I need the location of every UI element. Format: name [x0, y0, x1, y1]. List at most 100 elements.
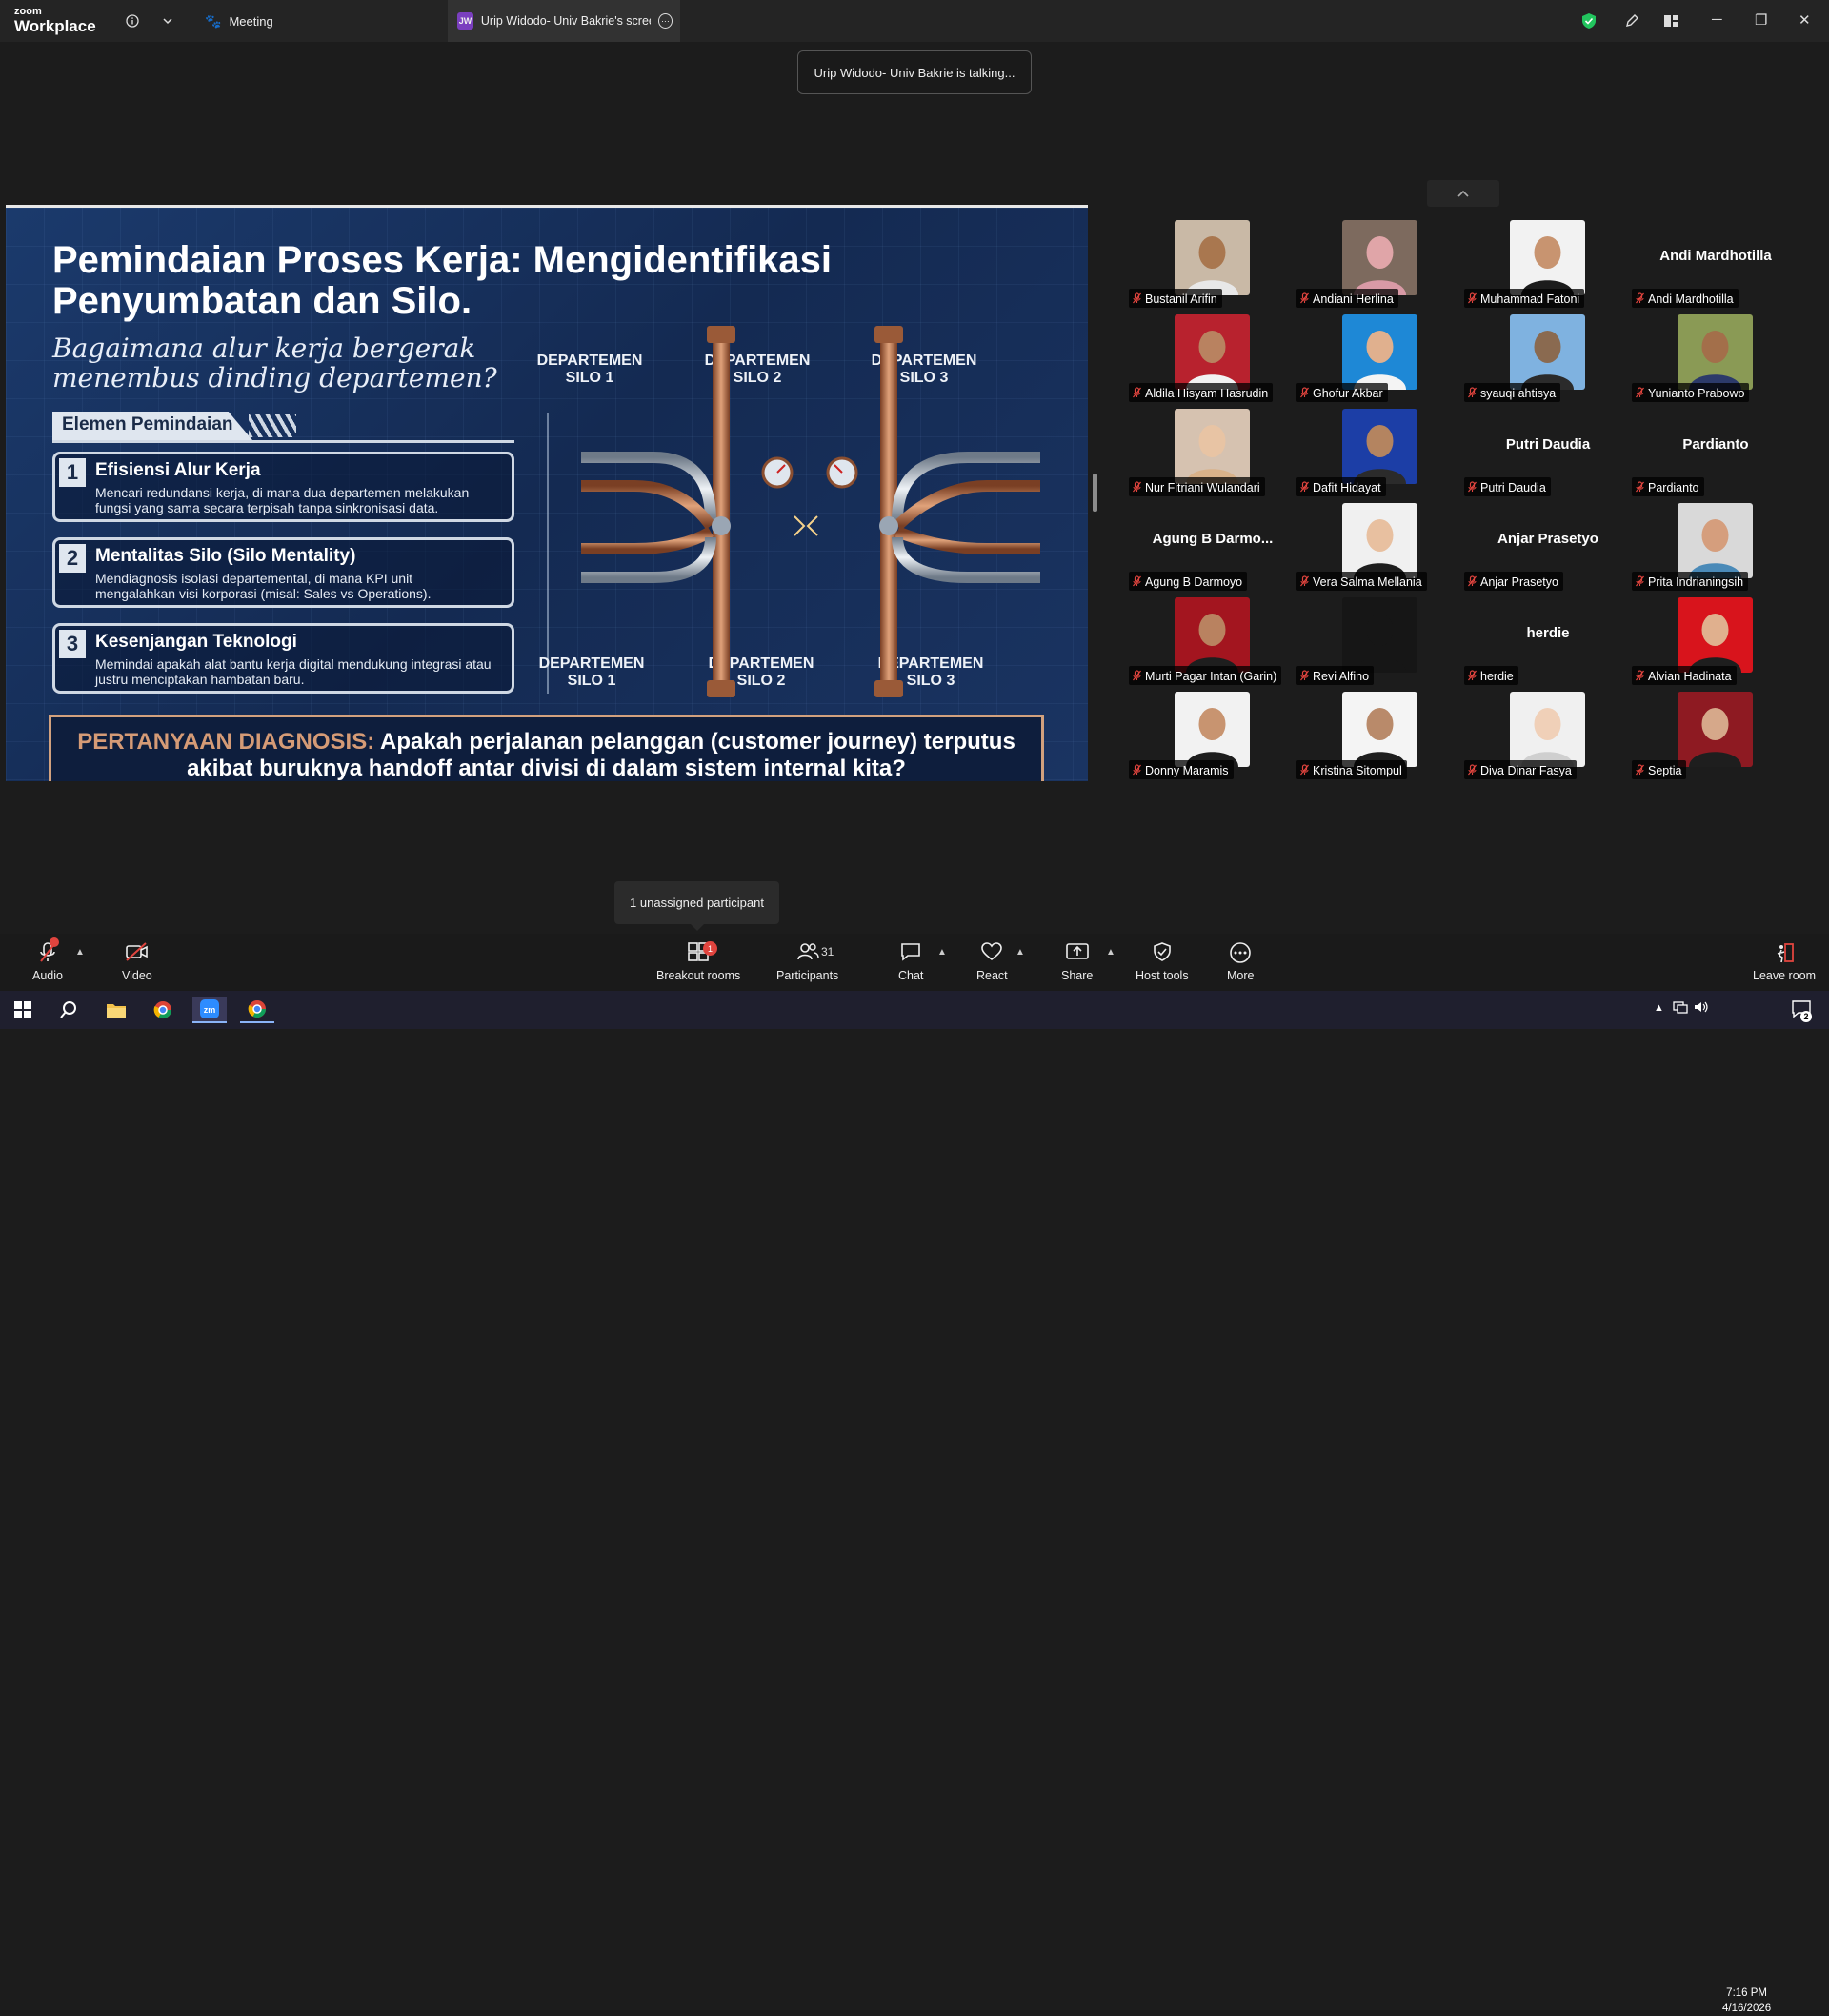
- participant-name: Dafit Hidayat: [1313, 481, 1381, 494]
- participant-display-name: Putri Daudia: [1505, 436, 1591, 453]
- more-options-icon[interactable]: ···: [657, 13, 673, 29]
- chevron-down-icon[interactable]: [156, 10, 179, 32]
- participant-tile[interactable]: Ghofur Akbar: [1296, 314, 1464, 402]
- participant-tile[interactable]: Alvian Hadinata: [1632, 597, 1799, 685]
- panel-resize-handle[interactable]: [1093, 474, 1097, 512]
- video-label: Video: [122, 969, 152, 982]
- participant-tile[interactable]: Muhammad Fatoni: [1464, 220, 1632, 308]
- tab-screen-share[interactable]: JW Urip Widodo- Univ Bakrie's screen ···: [448, 0, 680, 42]
- participant-tile[interactable]: Murti Pagar Intan (Garin): [1129, 597, 1296, 685]
- participants-icon: [796, 941, 819, 966]
- participant-tile[interactable]: Andi Mardhotilla Andi Mardhotilla: [1632, 220, 1799, 308]
- participant-tile[interactable]: Anjar Prasetyo Anjar Prasetyo: [1464, 503, 1632, 591]
- participant-tile[interactable]: Pardianto Pardianto: [1632, 409, 1799, 496]
- participant-name: Alvian Hadinata: [1648, 670, 1732, 683]
- participant-name: Prita Indrianingsih: [1648, 575, 1744, 589]
- participant-tile[interactable]: Diva Dinar Fasya: [1464, 692, 1632, 779]
- host-tools-button[interactable]: Host tools: [1136, 941, 1189, 982]
- minimize-icon[interactable]: ─: [1712, 11, 1722, 28]
- leave-door-icon: [1773, 941, 1796, 966]
- system-clock[interactable]: 7:16 PM 4/16/2026: [1722, 1986, 1771, 2016]
- participant-tile[interactable]: Andiani Herlina: [1296, 220, 1464, 308]
- gallery-scroll-up-button[interactable]: [1427, 180, 1499, 207]
- mic-muted-icon: [1468, 669, 1477, 684]
- leave-room-button[interactable]: Leave room: [1753, 941, 1816, 982]
- paw-icon: 🐾: [205, 12, 222, 29]
- shield-icon[interactable]: [1578, 10, 1600, 32]
- share-label: Share: [1061, 969, 1094, 982]
- mic-muted-icon: [1133, 669, 1141, 684]
- network-icon[interactable]: [1673, 1000, 1688, 1018]
- chat-button[interactable]: Chat: [898, 941, 923, 982]
- participant-name-label: Muhammad Fatoni: [1464, 289, 1585, 308]
- more-button[interactable]: More: [1227, 941, 1254, 982]
- audio-options-caret[interactable]: ▲: [75, 947, 85, 958]
- tray-expand-icon[interactable]: ▲: [1654, 1002, 1664, 1014]
- participant-name-label: Yunianto Prabowo: [1632, 383, 1750, 402]
- participant-photo: [1175, 314, 1250, 390]
- annotate-pencil-icon[interactable]: [1620, 10, 1643, 32]
- search-icon[interactable]: [51, 997, 86, 1023]
- mic-muted-icon: [1636, 575, 1644, 590]
- participant-tile[interactable]: Agung B Darmo... Agung B Darmoyo: [1129, 503, 1296, 591]
- volume-icon[interactable]: [1694, 1000, 1709, 1018]
- breakout-badge: 1: [703, 941, 717, 956]
- participant-tile[interactable]: Prita Indrianingsih: [1632, 503, 1799, 591]
- audio-button[interactable]: Audio: [32, 941, 63, 982]
- chat-icon: [899, 941, 922, 966]
- participant-display-name: Agung B Darmo...: [1152, 531, 1274, 547]
- file-explorer-icon[interactable]: [99, 997, 133, 1023]
- participant-name: Andi Mardhotilla: [1648, 292, 1734, 306]
- participant-tile[interactable]: Revi Alfino: [1296, 597, 1464, 685]
- restore-icon[interactable]: ❐: [1755, 11, 1767, 29]
- windows-start-icon[interactable]: [6, 997, 40, 1023]
- participant-name: Donny Maramis: [1145, 764, 1229, 777]
- react-button[interactable]: React: [976, 941, 1008, 982]
- video-button[interactable]: Video: [122, 941, 152, 982]
- info-icon[interactable]: [121, 10, 144, 32]
- mic-muted-icon: [1133, 480, 1141, 495]
- audio-alert-dot: [50, 937, 59, 947]
- zoom-taskbar-icon[interactable]: zm: [192, 997, 227, 1023]
- react-options-caret[interactable]: ▲: [1015, 947, 1025, 958]
- participant-tile[interactable]: Septia: [1632, 692, 1799, 779]
- unassigned-tooltip: 1 unassigned participant: [614, 881, 779, 931]
- more-dots-icon: [1229, 941, 1252, 966]
- mic-muted-icon: [1468, 763, 1477, 778]
- participant-tile[interactable]: Yunianto Prabowo: [1632, 314, 1799, 402]
- participant-tile[interactable]: syauqi ahtisya: [1464, 314, 1632, 402]
- tab-meeting[interactable]: 🐾 Meeting: [205, 0, 273, 42]
- chrome-profile-icon[interactable]: [240, 997, 274, 1023]
- participant-tile[interactable]: Nur Fitriani Wulandari: [1129, 409, 1296, 496]
- participant-photo: [1510, 692, 1585, 767]
- breakout-rooms-button[interactable]: Breakout rooms: [656, 941, 740, 982]
- share-button[interactable]: Share: [1061, 941, 1093, 982]
- participant-tile[interactable]: Bustanil Arifin: [1129, 220, 1296, 308]
- participant-tile[interactable]: Kristina Sitompul: [1296, 692, 1464, 779]
- share-options-caret[interactable]: ▲: [1106, 947, 1115, 958]
- participant-tile[interactable]: Dafit Hidayat: [1296, 409, 1464, 496]
- clock-date: 4/16/2026: [1722, 2003, 1772, 2015]
- close-icon[interactable]: ✕: [1799, 11, 1811, 29]
- participant-name-label: Pardianto: [1632, 477, 1704, 496]
- participant-tile[interactable]: Putri Daudia Putri Daudia: [1464, 409, 1632, 496]
- tab-meeting-label: Meeting: [229, 13, 273, 29]
- participant-photo: [1342, 692, 1417, 767]
- chat-options-caret[interactable]: ▲: [937, 947, 947, 958]
- participant-photo: [1510, 220, 1585, 295]
- participant-tile[interactable]: Aldila Hisyam Hasrudin: [1129, 314, 1296, 402]
- participant-name-label: Vera Salma Mellania: [1296, 572, 1427, 591]
- chat-label: Chat: [898, 969, 924, 982]
- diagnosis-label: PERTANYAAN DIAGNOSIS:: [77, 729, 375, 755]
- participant-display-name: Andi Mardhotilla: [1659, 248, 1772, 264]
- shared-screen[interactable]: Pemindaian Proses Kerja: Mengidentifikas…: [6, 205, 1088, 781]
- participant-tile[interactable]: Donny Maramis: [1129, 692, 1296, 779]
- participant-tile[interactable]: Vera Salma Mellania: [1296, 503, 1464, 591]
- slide-divider: [547, 413, 549, 694]
- participant-tile[interactable]: herdie herdie: [1464, 597, 1632, 685]
- participant-name-label: Aldila Hisyam Hasrudin: [1129, 383, 1274, 402]
- mic-muted-icon: [1468, 575, 1477, 590]
- participant-name: Andiani Herlina: [1313, 292, 1394, 306]
- layout-view-icon[interactable]: [1659, 10, 1682, 32]
- chrome-icon[interactable]: [146, 997, 180, 1023]
